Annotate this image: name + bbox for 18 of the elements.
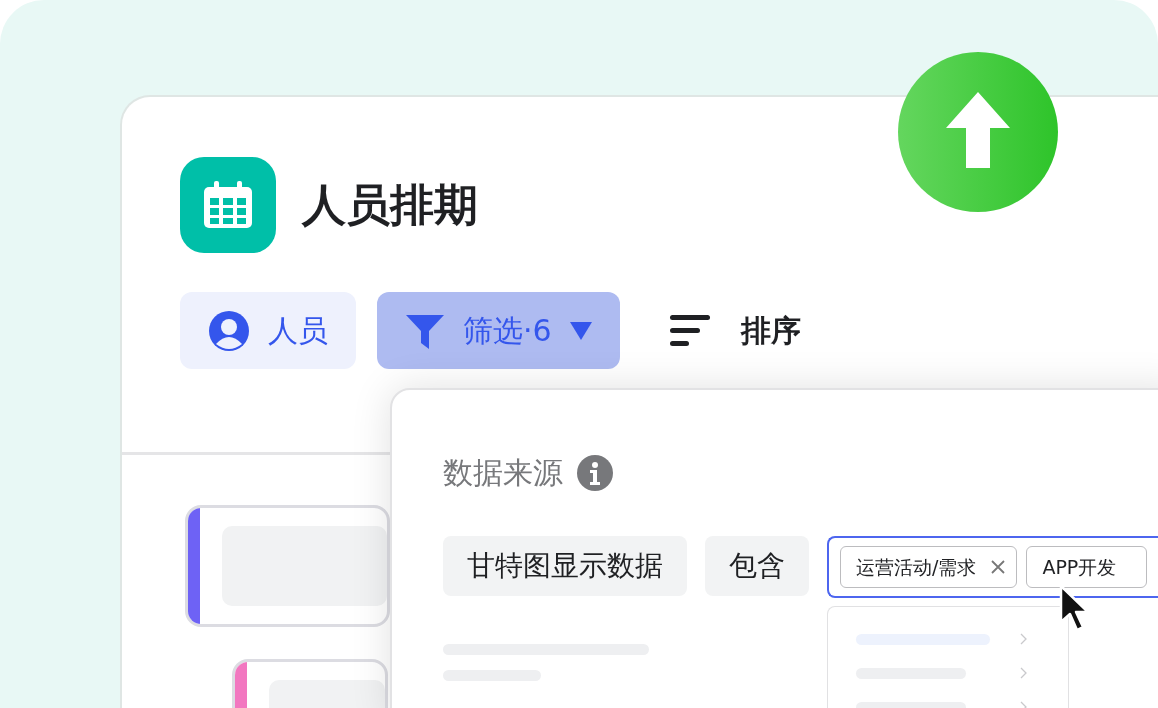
app-title: 人员排期 bbox=[302, 178, 478, 232]
calendar-icon bbox=[180, 157, 276, 253]
section-heading: 数据来源 bbox=[443, 454, 563, 492]
caret-icon bbox=[569, 321, 592, 340]
user-icon bbox=[208, 309, 250, 352]
tag-input-field[interactable]: 运营活动/需求 APP开发 bbox=[827, 536, 1158, 598]
task-bar[interactable] bbox=[185, 505, 390, 627]
tag-chip[interactable]: APP开发 bbox=[1026, 546, 1148, 588]
field-select[interactable]: 甘特图显示数据 bbox=[443, 536, 687, 596]
info-icon bbox=[577, 454, 613, 491]
sort-button[interactable]: 排序 bbox=[640, 292, 829, 369]
operator-select[interactable]: 包含 bbox=[705, 536, 809, 596]
sort-icon bbox=[668, 312, 711, 349]
people-button[interactable]: 人员 bbox=[180, 292, 356, 369]
chevron-icon bbox=[1020, 667, 1028, 679]
close-icon[interactable] bbox=[990, 559, 1007, 575]
chevron-icon bbox=[1020, 633, 1028, 645]
tag-chip[interactable]: 运营活动/需求 bbox=[840, 546, 1018, 588]
